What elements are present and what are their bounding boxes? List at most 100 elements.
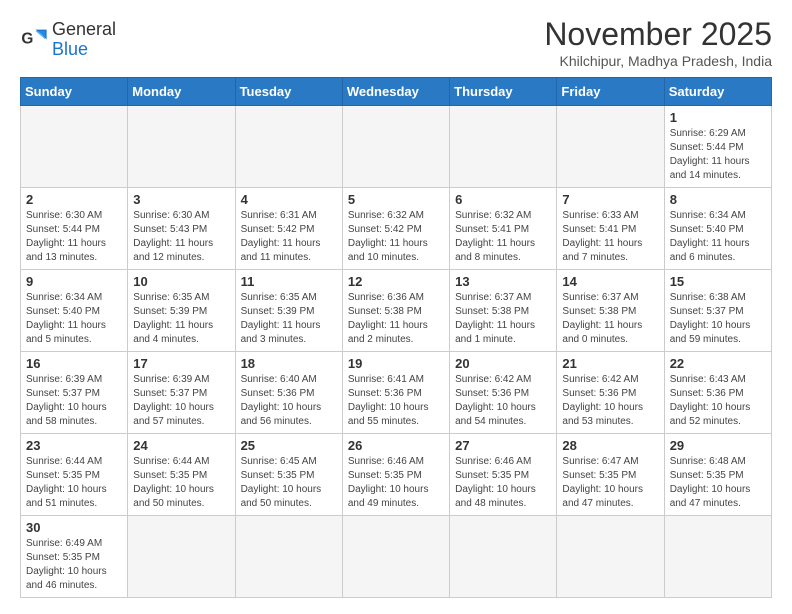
header-wednesday: Wednesday (342, 78, 449, 106)
day-info: Sunrise: 6:46 AM Sunset: 5:35 PM Dayligh… (348, 455, 444, 511)
day-number: 24 (133, 438, 229, 453)
day-number: 10 (133, 274, 229, 289)
day-number: 27 (455, 438, 551, 453)
day-info: Sunrise: 6:38 AM Sunset: 5:37 PM Dayligh… (670, 291, 766, 347)
table-row (450, 516, 557, 598)
table-row (235, 516, 342, 598)
page-header: G General Blue November 2025 Khilchipur,… (20, 16, 772, 69)
day-number: 19 (348, 356, 444, 371)
table-row: 6 Sunrise: 6:32 AM Sunset: 5:41 PM Daylig… (450, 188, 557, 270)
weekday-header-row: Sunday Monday Tuesday Wednesday Thursday… (21, 78, 772, 106)
header-tuesday: Tuesday (235, 78, 342, 106)
svg-text:G: G (21, 30, 33, 47)
table-row: 9 Sunrise: 6:34 AM Sunset: 5:40 PM Daylig… (21, 270, 128, 352)
table-row: 14Sunrise: 6:37 AM Sunset: 5:38 PM Dayli… (557, 270, 664, 352)
table-row: 19 Sunrise: 6:41 AM Sunset: 5:36 PM Dayli… (342, 352, 449, 434)
table-row (342, 106, 449, 188)
day-info: Sunrise: 6:34 AM Sunset: 5:40 PM Dayligh… (26, 291, 122, 347)
day-info: Sunrise: 6:30 AM Sunset: 5:43 PM Dayligh… (133, 209, 229, 265)
location-subtitle: Khilchipur, Madhya Pradesh, India (544, 53, 772, 69)
month-title: November 2025 (544, 16, 772, 53)
day-number: 18 (241, 356, 337, 371)
day-info: Sunrise: 6:48 AM Sunset: 5:35 PM Dayligh… (670, 455, 766, 511)
day-info: Sunrise: 6:33 AM Sunset: 5:41 PM Dayligh… (562, 209, 658, 265)
day-number: 29 (670, 438, 766, 453)
table-row: 7 Sunrise: 6:33 AM Sunset: 5:41 PM Daylig… (557, 188, 664, 270)
header-friday: Friday (557, 78, 664, 106)
day-info: Sunrise: 6:42 AM Sunset: 5:36 PM Dayligh… (455, 373, 551, 429)
table-row (557, 516, 664, 598)
table-row: 29 Sunrise: 6:48 AM Sunset: 5:35 PM Dayli… (664, 434, 771, 516)
day-number: 17 (133, 356, 229, 371)
day-info: Sunrise: 6:49 AM Sunset: 5:35 PM Dayligh… (26, 537, 122, 593)
calendar-row: 1 Sunrise: 6:29 AM Sunset: 5:44 PM Daylig… (21, 106, 772, 188)
table-row: 28Sunrise: 6:47 AM Sunset: 5:35 PM Dayli… (557, 434, 664, 516)
table-row: 23Sunrise: 6:44 AM Sunset: 5:35 PM Dayli… (21, 434, 128, 516)
day-number: 15 (670, 274, 766, 289)
day-info: Sunrise: 6:41 AM Sunset: 5:36 PM Dayligh… (348, 373, 444, 429)
day-info: Sunrise: 6:44 AM Sunset: 5:35 PM Dayligh… (26, 455, 122, 511)
logo-blue: Blue (52, 40, 116, 60)
table-row: 25Sunrise: 6:45 AM Sunset: 5:35 PM Dayli… (235, 434, 342, 516)
table-row: 22 Sunrise: 6:43 AM Sunset: 5:36 PM Dayli… (664, 352, 771, 434)
day-number: 8 (670, 192, 766, 207)
day-number: 12 (348, 274, 444, 289)
table-row (450, 106, 557, 188)
table-row (128, 516, 235, 598)
calendar-row: 2Sunrise: 6:30 AM Sunset: 5:44 PM Daylig… (21, 188, 772, 270)
day-number: 25 (241, 438, 337, 453)
day-info: Sunrise: 6:42 AM Sunset: 5:36 PM Dayligh… (562, 373, 658, 429)
calendar-row: 23Sunrise: 6:44 AM Sunset: 5:35 PM Dayli… (21, 434, 772, 516)
day-info: Sunrise: 6:32 AM Sunset: 5:41 PM Dayligh… (455, 209, 551, 265)
day-number: 16 (26, 356, 122, 371)
table-row: 13 Sunrise: 6:37 AM Sunset: 5:38 PM Dayli… (450, 270, 557, 352)
table-row: 30Sunrise: 6:49 AM Sunset: 5:35 PM Dayli… (21, 516, 128, 598)
day-info: Sunrise: 6:44 AM Sunset: 5:35 PM Dayligh… (133, 455, 229, 511)
table-row: 12 Sunrise: 6:36 AM Sunset: 5:38 PM Dayli… (342, 270, 449, 352)
table-row (342, 516, 449, 598)
day-number: 22 (670, 356, 766, 371)
day-info: Sunrise: 6:36 AM Sunset: 5:38 PM Dayligh… (348, 291, 444, 347)
header-monday: Monday (128, 78, 235, 106)
table-row: 26 Sunrise: 6:46 AM Sunset: 5:35 PM Dayli… (342, 434, 449, 516)
header-thursday: Thursday (450, 78, 557, 106)
table-row: 16Sunrise: 6:39 AM Sunset: 5:37 PM Dayli… (21, 352, 128, 434)
table-row: 8 Sunrise: 6:34 AM Sunset: 5:40 PM Daylig… (664, 188, 771, 270)
day-info: Sunrise: 6:37 AM Sunset: 5:38 PM Dayligh… (455, 291, 551, 347)
table-row: 17Sunrise: 6:39 AM Sunset: 5:37 PM Dayli… (128, 352, 235, 434)
table-row: 27 Sunrise: 6:46 AM Sunset: 5:35 PM Dayli… (450, 434, 557, 516)
calendar-row: 30Sunrise: 6:49 AM Sunset: 5:35 PM Dayli… (21, 516, 772, 598)
day-number: 7 (562, 192, 658, 207)
day-info: Sunrise: 6:43 AM Sunset: 5:36 PM Dayligh… (670, 373, 766, 429)
day-number: 9 (26, 274, 122, 289)
calendar-row: 16Sunrise: 6:39 AM Sunset: 5:37 PM Dayli… (21, 352, 772, 434)
day-info: Sunrise: 6:34 AM Sunset: 5:40 PM Dayligh… (670, 209, 766, 265)
day-number: 4 (241, 192, 337, 207)
day-info: Sunrise: 6:37 AM Sunset: 5:38 PM Dayligh… (562, 291, 658, 347)
table-row: 10 Sunrise: 6:35 AM Sunset: 5:39 PM Dayli… (128, 270, 235, 352)
calendar-table: Sunday Monday Tuesday Wednesday Thursday… (20, 77, 772, 598)
table-row: 24 Sunrise: 6:44 AM Sunset: 5:35 PM Dayli… (128, 434, 235, 516)
day-info: Sunrise: 6:29 AM Sunset: 5:44 PM Dayligh… (670, 127, 766, 183)
day-info: Sunrise: 6:46 AM Sunset: 5:35 PM Dayligh… (455, 455, 551, 511)
table-row: 4 Sunrise: 6:31 AM Sunset: 5:42 PM Daylig… (235, 188, 342, 270)
day-info: Sunrise: 6:35 AM Sunset: 5:39 PM Dayligh… (133, 291, 229, 347)
table-row: 3 Sunrise: 6:30 AM Sunset: 5:43 PM Daylig… (128, 188, 235, 270)
day-info: Sunrise: 6:30 AM Sunset: 5:44 PM Dayligh… (26, 209, 122, 265)
day-number: 26 (348, 438, 444, 453)
table-row: 11Sunrise: 6:35 AM Sunset: 5:39 PM Dayli… (235, 270, 342, 352)
day-info: Sunrise: 6:32 AM Sunset: 5:42 PM Dayligh… (348, 209, 444, 265)
logo-general: General (52, 20, 116, 40)
day-number: 1 (670, 110, 766, 125)
table-row: 2Sunrise: 6:30 AM Sunset: 5:44 PM Daylig… (21, 188, 128, 270)
day-info: Sunrise: 6:35 AM Sunset: 5:39 PM Dayligh… (241, 291, 337, 347)
table-row: 20 Sunrise: 6:42 AM Sunset: 5:36 PM Dayli… (450, 352, 557, 434)
logo: G General Blue (20, 20, 116, 60)
day-number: 6 (455, 192, 551, 207)
day-number: 13 (455, 274, 551, 289)
day-number: 3 (133, 192, 229, 207)
day-number: 5 (348, 192, 444, 207)
day-info: Sunrise: 6:40 AM Sunset: 5:36 PM Dayligh… (241, 373, 337, 429)
day-number: 20 (455, 356, 551, 371)
day-info: Sunrise: 6:31 AM Sunset: 5:42 PM Dayligh… (241, 209, 337, 265)
